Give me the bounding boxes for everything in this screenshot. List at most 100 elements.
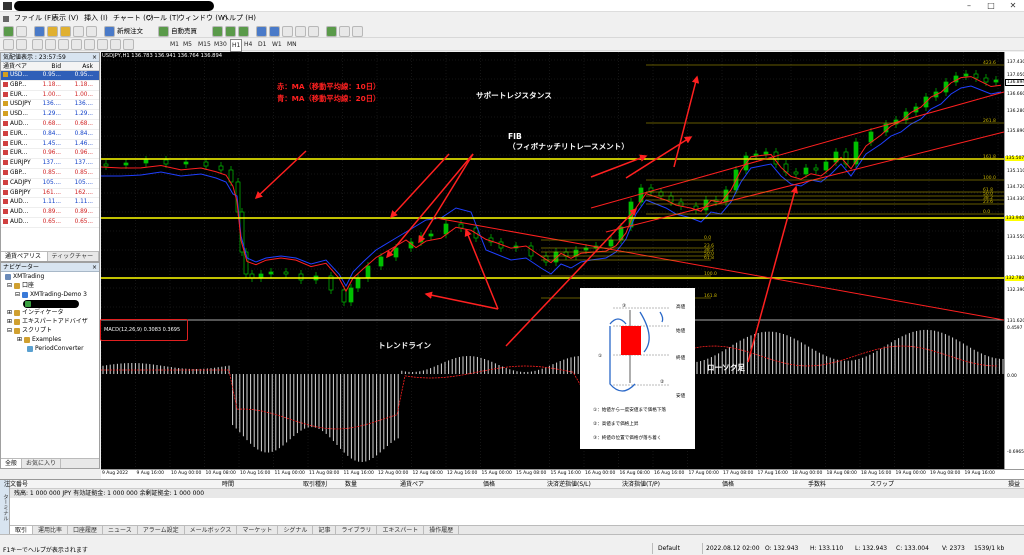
close-button[interactable]: ✕ [1002,0,1024,12]
vertical-line-icon[interactable] [32,39,43,50]
data-window-icon[interactable] [47,26,58,37]
market-watch-row[interactable]: EUR... 0.96... 0.96... [1,149,99,160]
timeframe-m15[interactable]: M15 [198,39,211,50]
navigator-icon[interactable] [60,26,71,37]
timeframe-h4[interactable]: H4 [244,39,252,50]
timeframe-w1[interactable]: W1 [272,39,282,50]
candle-chart-icon[interactable] [225,26,236,37]
market-watch-row[interactable]: EUR... 0.84... 0.84... [1,130,99,140]
trendline-icon[interactable] [58,39,69,50]
maximize-button[interactable]: □ [980,0,1002,12]
profiles-icon[interactable] [16,26,27,37]
market-watch-row[interactable]: USD... 1.29... 1.29... [1,110,99,120]
column-symbol[interactable]: 通貨ペア [1,62,38,70]
indicators-icon[interactable] [326,26,337,37]
chart-menu-icon[interactable] [3,16,9,22]
auto-trading-icon[interactable] [158,26,169,37]
price-scale[interactable]: 137.430 137.050 136.894 136.660 136.280 135.8… [1004,52,1024,469]
market-watch-row[interactable]: EUR... 1.45... 1.46... [1,140,99,150]
auto-scroll-icon[interactable] [308,26,319,37]
close-icon[interactable]: × [92,53,97,62]
label-tool-icon[interactable] [110,39,121,50]
arrows-icon[interactable] [123,39,134,50]
terminal-column[interactable]: 決済逆指値(S/L) [547,480,591,489]
zoom-in-icon[interactable] [256,26,267,37]
line-chart-icon[interactable] [238,26,249,37]
nav-experts[interactable]: ⊞ エキスパートアドバイザ [7,318,88,326]
market-watch-row[interactable]: AUD... 1.11... 1.11... [1,198,99,209]
market-watch-icon[interactable] [34,26,45,37]
status-profile[interactable]: Default [658,545,680,552]
menu-help[interactable]: ヘルプ (H) [222,13,256,24]
new-chart-icon[interactable] [3,26,14,37]
terminal-column[interactable]: 注文番号 [4,480,28,489]
menu-window[interactable]: ウィンドウ (W) [178,13,228,24]
templates-icon[interactable] [352,26,363,37]
minimize-button[interactable]: – [958,0,980,12]
terminal-column[interactable]: 時間 [222,480,234,489]
market-watch-row[interactable]: USDJPY 136.... 136.... [1,100,99,111]
market-watch-row[interactable]: AUD... 0.68... 0.68... [1,120,99,130]
menu-view[interactable]: 表示 (V) [52,13,78,24]
market-watch-row[interactable]: EUR... 1.00... 1.00... [1,91,99,101]
terminal-icon[interactable] [73,26,84,37]
close-icon[interactable]: × [92,263,97,272]
cursor-icon[interactable] [3,39,14,50]
auto-trading-button[interactable]: 自動売買 [171,26,197,37]
terminal-column[interactable]: 価格 [483,480,495,489]
market-watch-row[interactable]: GBP... 1.18... 1.18... [1,81,99,91]
menu-file[interactable]: ファイル (F) [14,13,54,24]
market-watch-row[interactable]: AUD... 0.89... 0.89... [1,208,99,218]
tab-tick-chart[interactable]: ティックチャート [48,252,99,270]
market-watch-row[interactable]: GBPJPY 161.... 162.... [1,189,99,199]
price-chart[interactable]: 423.6261.8161.8100.061.850.038.223.60.00… [101,52,1004,469]
crosshair-icon[interactable] [16,39,27,50]
nav-accounts[interactable]: ⊟ 口座 [7,282,34,290]
text-tool-icon[interactable] [97,39,108,50]
menu-tools[interactable]: ツール (T) [146,13,179,24]
chart-shift-icon[interactable] [295,26,306,37]
nav-indicators[interactable]: ⊞ インディケータ [7,309,64,317]
tab-favorites[interactable]: お気に入り [22,459,62,468]
chart-area[interactable]: 423.6 261.8 161.8 100.0 61.8 50.0 38.2 23.6 0.0 0… [101,52,1004,469]
market-watch-row[interactable]: CADJPY 105.... 105.... [1,179,99,189]
market-watch-row[interactable]: AUD... 0.65... 0.65... [1,218,99,228]
tile-windows-icon[interactable] [282,26,293,37]
column-bid[interactable]: Bid [38,62,61,70]
nav-examples[interactable]: ⊞ Examples [17,336,61,344]
timeframe-m30[interactable]: M30 [214,39,227,50]
market-watch-row[interactable]: GBP... 0.85... 0.85... [1,169,99,179]
nav-period-converter[interactable]: PeriodConverter [27,345,84,353]
fibonacci-icon[interactable] [84,39,95,50]
terminal-column[interactable]: スワップ [870,480,894,489]
timeframe-d1[interactable]: D1 [258,39,266,50]
tab-common[interactable]: 全般 [1,459,23,468]
zoom-out-icon[interactable] [269,26,280,37]
tab-symbols[interactable]: 通貨ペアリスト [1,252,48,270]
market-watch-row[interactable]: USD... 0.95... 0.95... [1,71,99,81]
timeframe-mn[interactable]: MN [287,39,297,50]
tester-icon[interactable] [86,26,97,37]
new-order-button[interactable]: 新規注文 [117,26,143,37]
terminal-column[interactable]: 数量 [345,480,357,489]
terminal-column[interactable]: 決済指値(T/P) [622,480,660,489]
horizontal-line-icon[interactable] [45,39,56,50]
terminal-column[interactable]: 損益 [1008,480,1020,489]
timeframe-m5[interactable]: M5 [183,39,192,50]
terminal-column[interactable]: 取引種別 [303,480,327,489]
nav-xmtrading[interactable]: XMTrading [5,273,44,281]
bar-chart-icon[interactable] [212,26,223,37]
periods-icon[interactable] [339,26,350,37]
terminal-column[interactable]: 通貨ペア [400,480,424,489]
channel-icon[interactable] [71,39,82,50]
menu-insert[interactable]: 挿入 (I) [84,13,108,24]
time-scale[interactable]: 9 Aug 2022 9 Aug 16:00 10 Aug 00:00 10 Aug … [101,469,1024,479]
balance-row[interactable]: 残高: 1 000 000 JPY 有効証拠金: 1 000 000 余剰証拠金… [10,489,1024,498]
terminal-column[interactable]: 価格 [722,480,734,489]
timeframe-h1[interactable]: H1 [230,39,243,52]
market-watch-row[interactable]: EURJPY 137.... 137.... [1,159,99,169]
nav-demo-account[interactable]: ⊟ XMTrading-Demo 3 [15,291,87,299]
terminal-column[interactable]: 手数料 [808,480,826,489]
column-ask[interactable]: Ask [61,62,95,70]
nav-scripts[interactable]: ⊟ スクリプト [7,327,52,335]
